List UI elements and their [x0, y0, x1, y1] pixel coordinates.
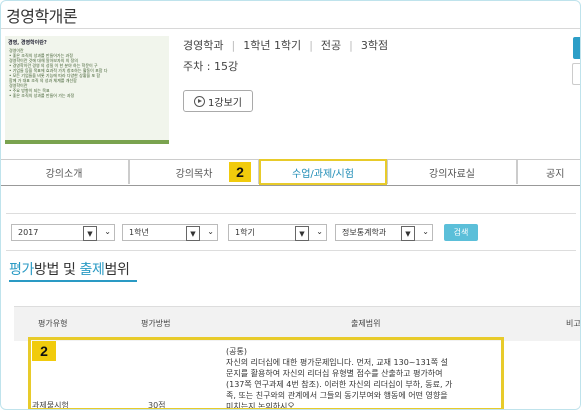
course-info: 경영학과 | 1학년 1학기 | 전공 | 3학점 주차 : 15강 — [183, 39, 389, 73]
tab-intro[interactable]: 강의소개 — [1, 159, 129, 184]
term-value: 1학기 — [235, 228, 255, 237]
dropdown-arrow-icon: ▼ — [186, 226, 200, 241]
section-title-part: 범위 — [104, 262, 130, 278]
credits: 3학점 — [360, 39, 389, 52]
grade-select[interactable]: 1학년 ▼ ⌄ — [122, 224, 218, 241]
title-divider — [1, 28, 580, 29]
tab-notice[interactable]: 공지 — [517, 159, 580, 184]
chevron-down-icon: ⌄ — [316, 227, 323, 236]
highlight-box — [28, 337, 504, 409]
category: 전공 — [320, 39, 342, 52]
section-title-part: 평가 — [9, 262, 34, 278]
tab-materials[interactable]: 강의자료실 — [387, 159, 517, 184]
play-icon — [194, 95, 206, 107]
search-button[interactable]: 검색 — [444, 224, 478, 241]
watch-lecture-button[interactable]: 1강보기 — [183, 90, 253, 112]
chevron-down-icon: ⌄ — [207, 227, 214, 236]
course-title: 경영학개론 — [6, 7, 78, 26]
thumbnail-line: • 좋은 조직의 성과를 만들어 가는 과정 — [9, 93, 75, 98]
header-eval-type: 평가유형 — [38, 319, 68, 328]
department-value: 정보통계학과 — [342, 228, 387, 237]
year-value: 2017 — [18, 228, 39, 237]
side-action-button[interactable] — [573, 37, 580, 59]
grade-value: 1학년 — [129, 228, 149, 237]
dropdown-arrow-icon: ▼ — [295, 226, 309, 241]
thumbnail-heading: 경영, 경영학이란? — [8, 40, 47, 46]
chevron-down-icon: ⌄ — [104, 227, 111, 236]
section-title-part: 출제 — [79, 262, 105, 278]
year-select[interactable]: 2017 ▼ ⌄ — [11, 224, 115, 241]
header-eval-method: 평가방법 — [141, 319, 171, 328]
course-tabs: 강의소개 강의목차 수업/과제/시험 강의자료실 공지 — [1, 159, 580, 186]
section-title-part: 방법 및 — [33, 262, 80, 278]
week-label: 주차 : — [183, 60, 214, 73]
lecture-thumbnail[interactable]: 경영, 경영학이란? 경영이란 • 좋은 조직의 성과를 만들어가는 과정 경영… — [5, 36, 169, 144]
grade-term: 1학년 1학기 — [243, 39, 302, 52]
annotation-badge: 2 — [229, 162, 251, 182]
side-secondary-button[interactable] — [572, 63, 580, 85]
header-exam-scope: 출제범위 — [351, 319, 381, 328]
chevron-down-icon: ⌄ — [422, 227, 429, 236]
department: 경영학과 — [183, 39, 224, 52]
dropdown-arrow-icon: ▼ — [401, 226, 415, 241]
header-remarks: 비고 — [566, 319, 581, 328]
term-select[interactable]: 1학기 ▼ ⌄ — [228, 224, 327, 241]
watch-label: 1강보기 — [208, 97, 242, 109]
filter-bar: 2017 ▼ ⌄ 1학년 ▼ ⌄ 1학기 ▼ ⌄ 정보통계학과 ▼ ⌄ 검색 — [6, 213, 576, 251]
week-value: 15강 — [213, 60, 239, 73]
annotation-badge: 2 — [32, 341, 56, 361]
department-select[interactable]: 정보통계학과 ▼ ⌄ — [335, 224, 433, 241]
section-underline — [9, 280, 137, 282]
tab-class-assignment-exam[interactable]: 수업/과제/시험 — [259, 159, 387, 185]
dropdown-arrow-icon: ▼ — [83, 226, 97, 241]
section-title: 평가방법 및 출제범위 — [9, 259, 130, 279]
page-frame: 경영학개론 경영, 경영학이란? 경영이란 • 좋은 조직의 성과를 만들어가는… — [0, 0, 581, 410]
